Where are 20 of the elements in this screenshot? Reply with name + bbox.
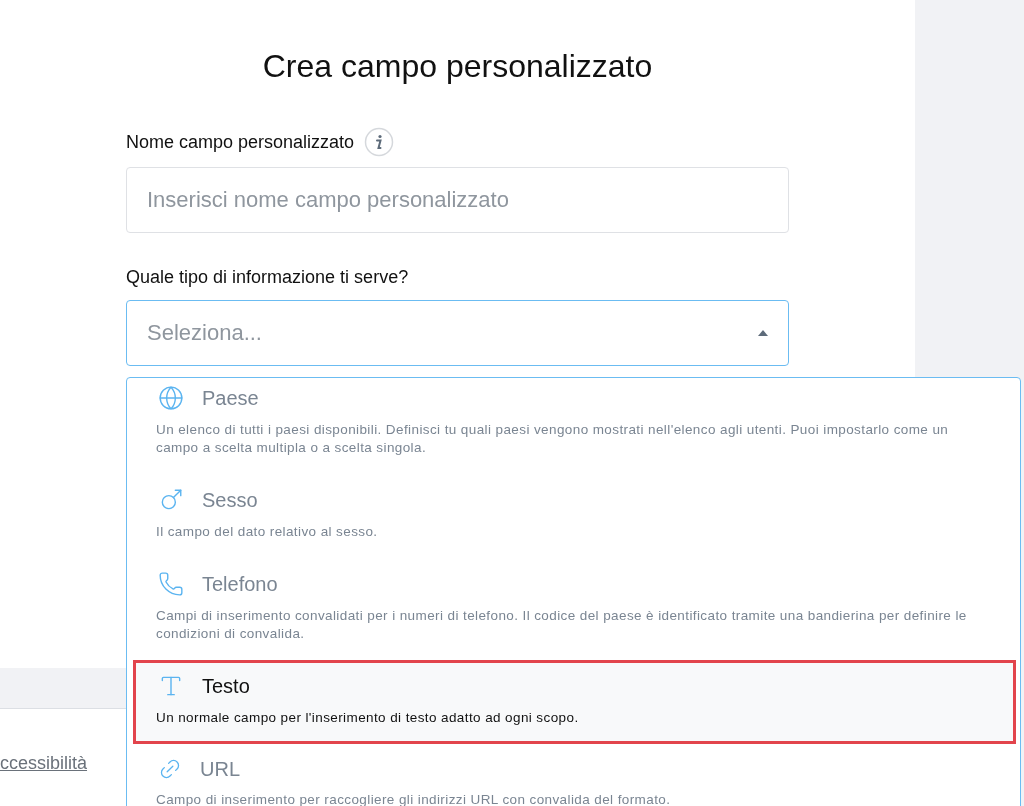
type-select[interactable]: Seleziona...	[126, 300, 789, 366]
field-label: Quale tipo di informazione ti serve?	[126, 267, 410, 288]
field-label: Nome campo personalizzato	[126, 131, 355, 153]
option-description: Campo di inserimento per raccogliere gli indirizzi URL con convalida del formato.	[156, 791, 672, 806]
caret-icon	[758, 330, 768, 336]
name-input-field[interactable]: Inserisci nome campo personalizzato	[126, 167, 789, 233]
option-description: Un elenco di tutti i paesi disponibili. Definisci tu quali paesi vengono mostrati nell'elenco agli utenti. Puoi impostarlo come un campo a scelta multipla o a scelta singola.	[156, 421, 950, 457]
option-name: Testo	[202, 674, 250, 698]
option-description: Campi di inserimento convalidati per i numeri di telefono. Il codice del paese è identificato tramite una bandierina per definire le condizioni di convalida.	[156, 607, 968, 643]
option-name: Paese	[202, 386, 259, 410]
option-name: Telefono	[202, 572, 278, 596]
page-title: Crea campo personalizzato	[262, 48, 653, 85]
globe-icon	[158, 385, 184, 411]
option-name: URL	[200, 757, 240, 781]
phone-icon	[158, 571, 184, 597]
dropdown-option[interactable]: Testo Un normale campo per l'inserimento di testo adatto ad ogni scopo.	[133, 660, 1016, 744]
option-description: Un normale campo per l'inserimento di testo adatto ad ogni scopo.	[156, 709, 580, 727]
option-name: Sesso	[202, 488, 258, 512]
option-description: Il campo del dato relativo al sesso.	[156, 523, 379, 541]
info-icon[interactable]	[364, 127, 395, 157]
